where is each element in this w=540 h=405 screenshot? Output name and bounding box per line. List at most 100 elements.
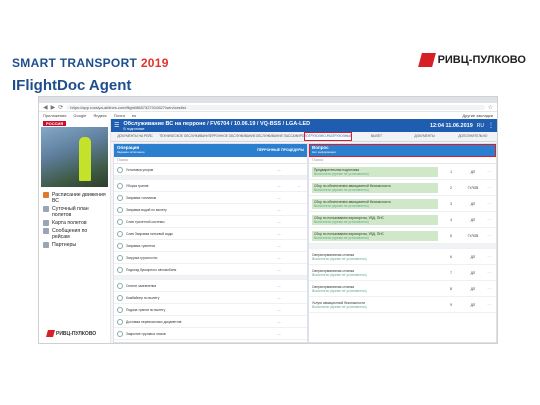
bookmark-item[interactable]: Приложения	[43, 113, 66, 118]
operations-group-label: ПЕРРОННЫЕ ПРОЦЕДУРЫ	[257, 148, 304, 152]
question-row[interactable]: Сверхнормативная стоянка Выполнено (время…	[309, 281, 496, 297]
task-row[interactable]: Закрытие грузовых люков ---	[114, 328, 307, 340]
forward-icon[interactable]: ▶	[51, 104, 56, 111]
question-status: Выполнено (время не установлено)	[312, 304, 367, 309]
question-text: Предварительная подготовка Выполнено (вре…	[312, 166, 438, 177]
question-text: Сбор по обеспечению авиационной безопасн…	[312, 198, 438, 209]
back-icon[interactable]: ◀	[43, 104, 48, 111]
task-time: ---	[277, 255, 281, 260]
question-row[interactable]: Сбор по обеспечению авиационной безопасн…	[309, 196, 496, 212]
status-circle-icon	[117, 218, 123, 225]
questions-panel: Вопрос Нет информации Поиск Предваритель…	[308, 143, 497, 343]
bookmark-item[interactable]: es	[132, 113, 136, 118]
question-row[interactable]: Услуги авиационной безопасности Выполнено…	[309, 297, 496, 313]
task-row[interactable]: Установка упоров ---	[114, 164, 307, 176]
menu-dots-icon[interactable]: ⋮	[488, 122, 494, 129]
brand-mark-icon	[417, 53, 436, 67]
sidebar-item[interactable]: Карта полетов	[39, 219, 110, 227]
task-row[interactable]: Подъезд буксирного автомобиля ---	[114, 264, 307, 276]
row-action-icon[interactable]: ⋯	[485, 170, 493, 174]
task-row[interactable]: Доставка перевозочных документов ---	[114, 316, 307, 328]
bookmark-item[interactable]: Яндекс	[93, 113, 106, 118]
status-circle-icon	[117, 182, 123, 189]
row-action-icon[interactable]: ⋯	[485, 202, 493, 206]
task-row[interactable]: Подача трапов по вылету ---	[114, 304, 307, 316]
app-tab[interactable]: ДОКУМЕНТЫ НА РЕЙС	[111, 132, 159, 141]
question-row[interactable]: Сверхнормативная стоянка Выполнено (время…	[309, 249, 496, 265]
sidebar-item[interactable]: Расписание движения ВС	[39, 191, 110, 205]
questions-search-input[interactable]: Поиск	[309, 157, 496, 164]
task-row[interactable]: Заправка водой по вылету ---	[114, 204, 307, 216]
sidebar-item[interactable]: Партнеры	[39, 241, 110, 249]
task-name: Закрытие грузовых люков	[126, 331, 166, 336]
app-tab[interactable]: ДОКУМЕНТЫ	[401, 132, 449, 141]
task-row[interactable]: Слив туалетной системы ---	[114, 216, 307, 228]
question-number: 6	[450, 254, 452, 259]
browser-screenshot: ◀ ▶ ⟳ https://app.rossiya-airlines.com/f…	[38, 96, 498, 344]
bookmarks-other[interactable]: Другие закладки	[462, 113, 493, 118]
address-bar[interactable]: https://app.rossiya-airlines.com/flight/…	[66, 104, 485, 110]
question-row[interactable]: Предварительная подготовка Выполнено (вре…	[309, 164, 496, 180]
row-action-icon[interactable]: ⋯	[485, 186, 493, 190]
question-title: Сверхнормативная стоянка	[312, 284, 355, 289]
star-icon[interactable]: ☆	[488, 104, 493, 111]
question-text: Услуги авиационной безопасности Выполнено…	[312, 301, 438, 309]
brand-logo: РИВЦ-ПУЛКОВО	[417, 53, 526, 67]
task-row[interactable]: Уборка трапов --- ---	[114, 180, 307, 192]
app-tab[interactable]: ДОПОЛНИТЕЛЬНО	[449, 132, 497, 141]
task-row[interactable]: Снятие заземления ---	[114, 280, 307, 292]
row-action-icon[interactable]: ⋯	[485, 271, 493, 275]
task-row[interactable]: Закрытие пассажирских дверей---	[114, 340, 307, 345]
question-row[interactable]: Сбор по пользованию аэропортом, УВД, ПНС…	[309, 228, 496, 244]
task-time: ---	[277, 207, 281, 212]
app-tab[interactable]: ВЫЛЕТ	[352, 132, 400, 141]
app-tab[interactable]: ПЕРРОННОЕ ОБСЛУЖИВАНИЕ	[208, 132, 256, 141]
question-row[interactable]: Сбор по пользованию аэропортом, УВД, ПНС…	[309, 212, 496, 228]
task-name: Закрытие пассажирских дверей	[126, 344, 264, 345]
bookmark-item[interactable]: Почта	[114, 113, 125, 118]
status-circle-icon	[117, 194, 123, 201]
task-time: ---	[277, 295, 281, 300]
question-number: 4	[450, 217, 452, 222]
reload-icon[interactable]: ⟳	[58, 104, 63, 111]
question-number: 7	[450, 270, 452, 275]
menu-icon[interactable]: ☰	[114, 122, 119, 129]
row-action-icon[interactable]: ⋯	[485, 287, 493, 291]
status-circle-icon	[117, 306, 123, 313]
row-action-icon[interactable]: ⋯	[485, 303, 493, 307]
sidebar-item-label: Расписание движения ВС	[52, 192, 106, 204]
question-row[interactable]: Сверхнормативная стоянка Выполнено (время…	[309, 265, 496, 281]
question-text: Сбор по пользованию аэропортом, УВД, ПНС…	[312, 230, 438, 241]
row-action-icon[interactable]: ⋯	[485, 234, 493, 238]
row-action-icon[interactable]: ⋯	[485, 255, 493, 259]
airline-logo: РОССИЯ	[39, 119, 110, 127]
task-time: ---	[277, 195, 281, 200]
task-row[interactable]: Комбайнер по вылету ---	[114, 292, 307, 304]
task-row[interactable]: Слив Заправка питьевой воды ---	[114, 228, 307, 240]
task-name: Заправка топливом	[126, 195, 156, 200]
task-time: ---	[277, 331, 281, 336]
question-title: Услуги авиационной безопасности	[312, 300, 365, 305]
task-row[interactable]: Заправка топливом ---	[114, 192, 307, 204]
status-circle-icon	[117, 206, 123, 213]
slide-title: IFlightDoc Agent	[12, 77, 132, 94]
task-row[interactable]: Загрузка грузопочты ---	[114, 252, 307, 264]
operations-search-input[interactable]: Поиск	[114, 157, 307, 164]
status-circle-icon	[117, 294, 123, 301]
question-status: Выполнено (время не установлено)	[314, 171, 369, 176]
question-title: Сбор по обеспечению авиационной безопасн…	[314, 199, 391, 204]
app-tab[interactable]: ПОГРУЗОЧНО-РАЗГРУЗОЧНЫЕ РАБОТЫ	[304, 132, 353, 141]
task-row[interactable]: Заправка туалетов ---	[114, 240, 307, 252]
question-row[interactable]: Сбор по обеспечению авиационной безопасн…	[309, 180, 496, 196]
sidebar-item-label: Карта полетов	[52, 220, 87, 226]
app-tab[interactable]: ОБСЛУЖИВАНИЕ ПАССАЖИРОВ	[256, 132, 304, 141]
bookmark-item[interactable]: Google	[73, 113, 86, 118]
sidebar-item[interactable]: Сообщения по рейсам	[39, 227, 110, 241]
schedule-icon	[43, 192, 49, 198]
sidebar-item[interactable]: Суточный план полетов	[39, 205, 110, 219]
question-title: Сбор по обеспечению авиационной безопасн…	[314, 183, 391, 188]
row-action-icon[interactable]: ⋯	[485, 218, 493, 222]
language-select[interactable]: RU	[477, 123, 484, 129]
app-subtitle: В подготовке	[123, 126, 145, 131]
app-tab[interactable]: ТЕХНИЧЕСКОЕ ОБСЛУЖИВАНИЕ	[159, 132, 207, 141]
